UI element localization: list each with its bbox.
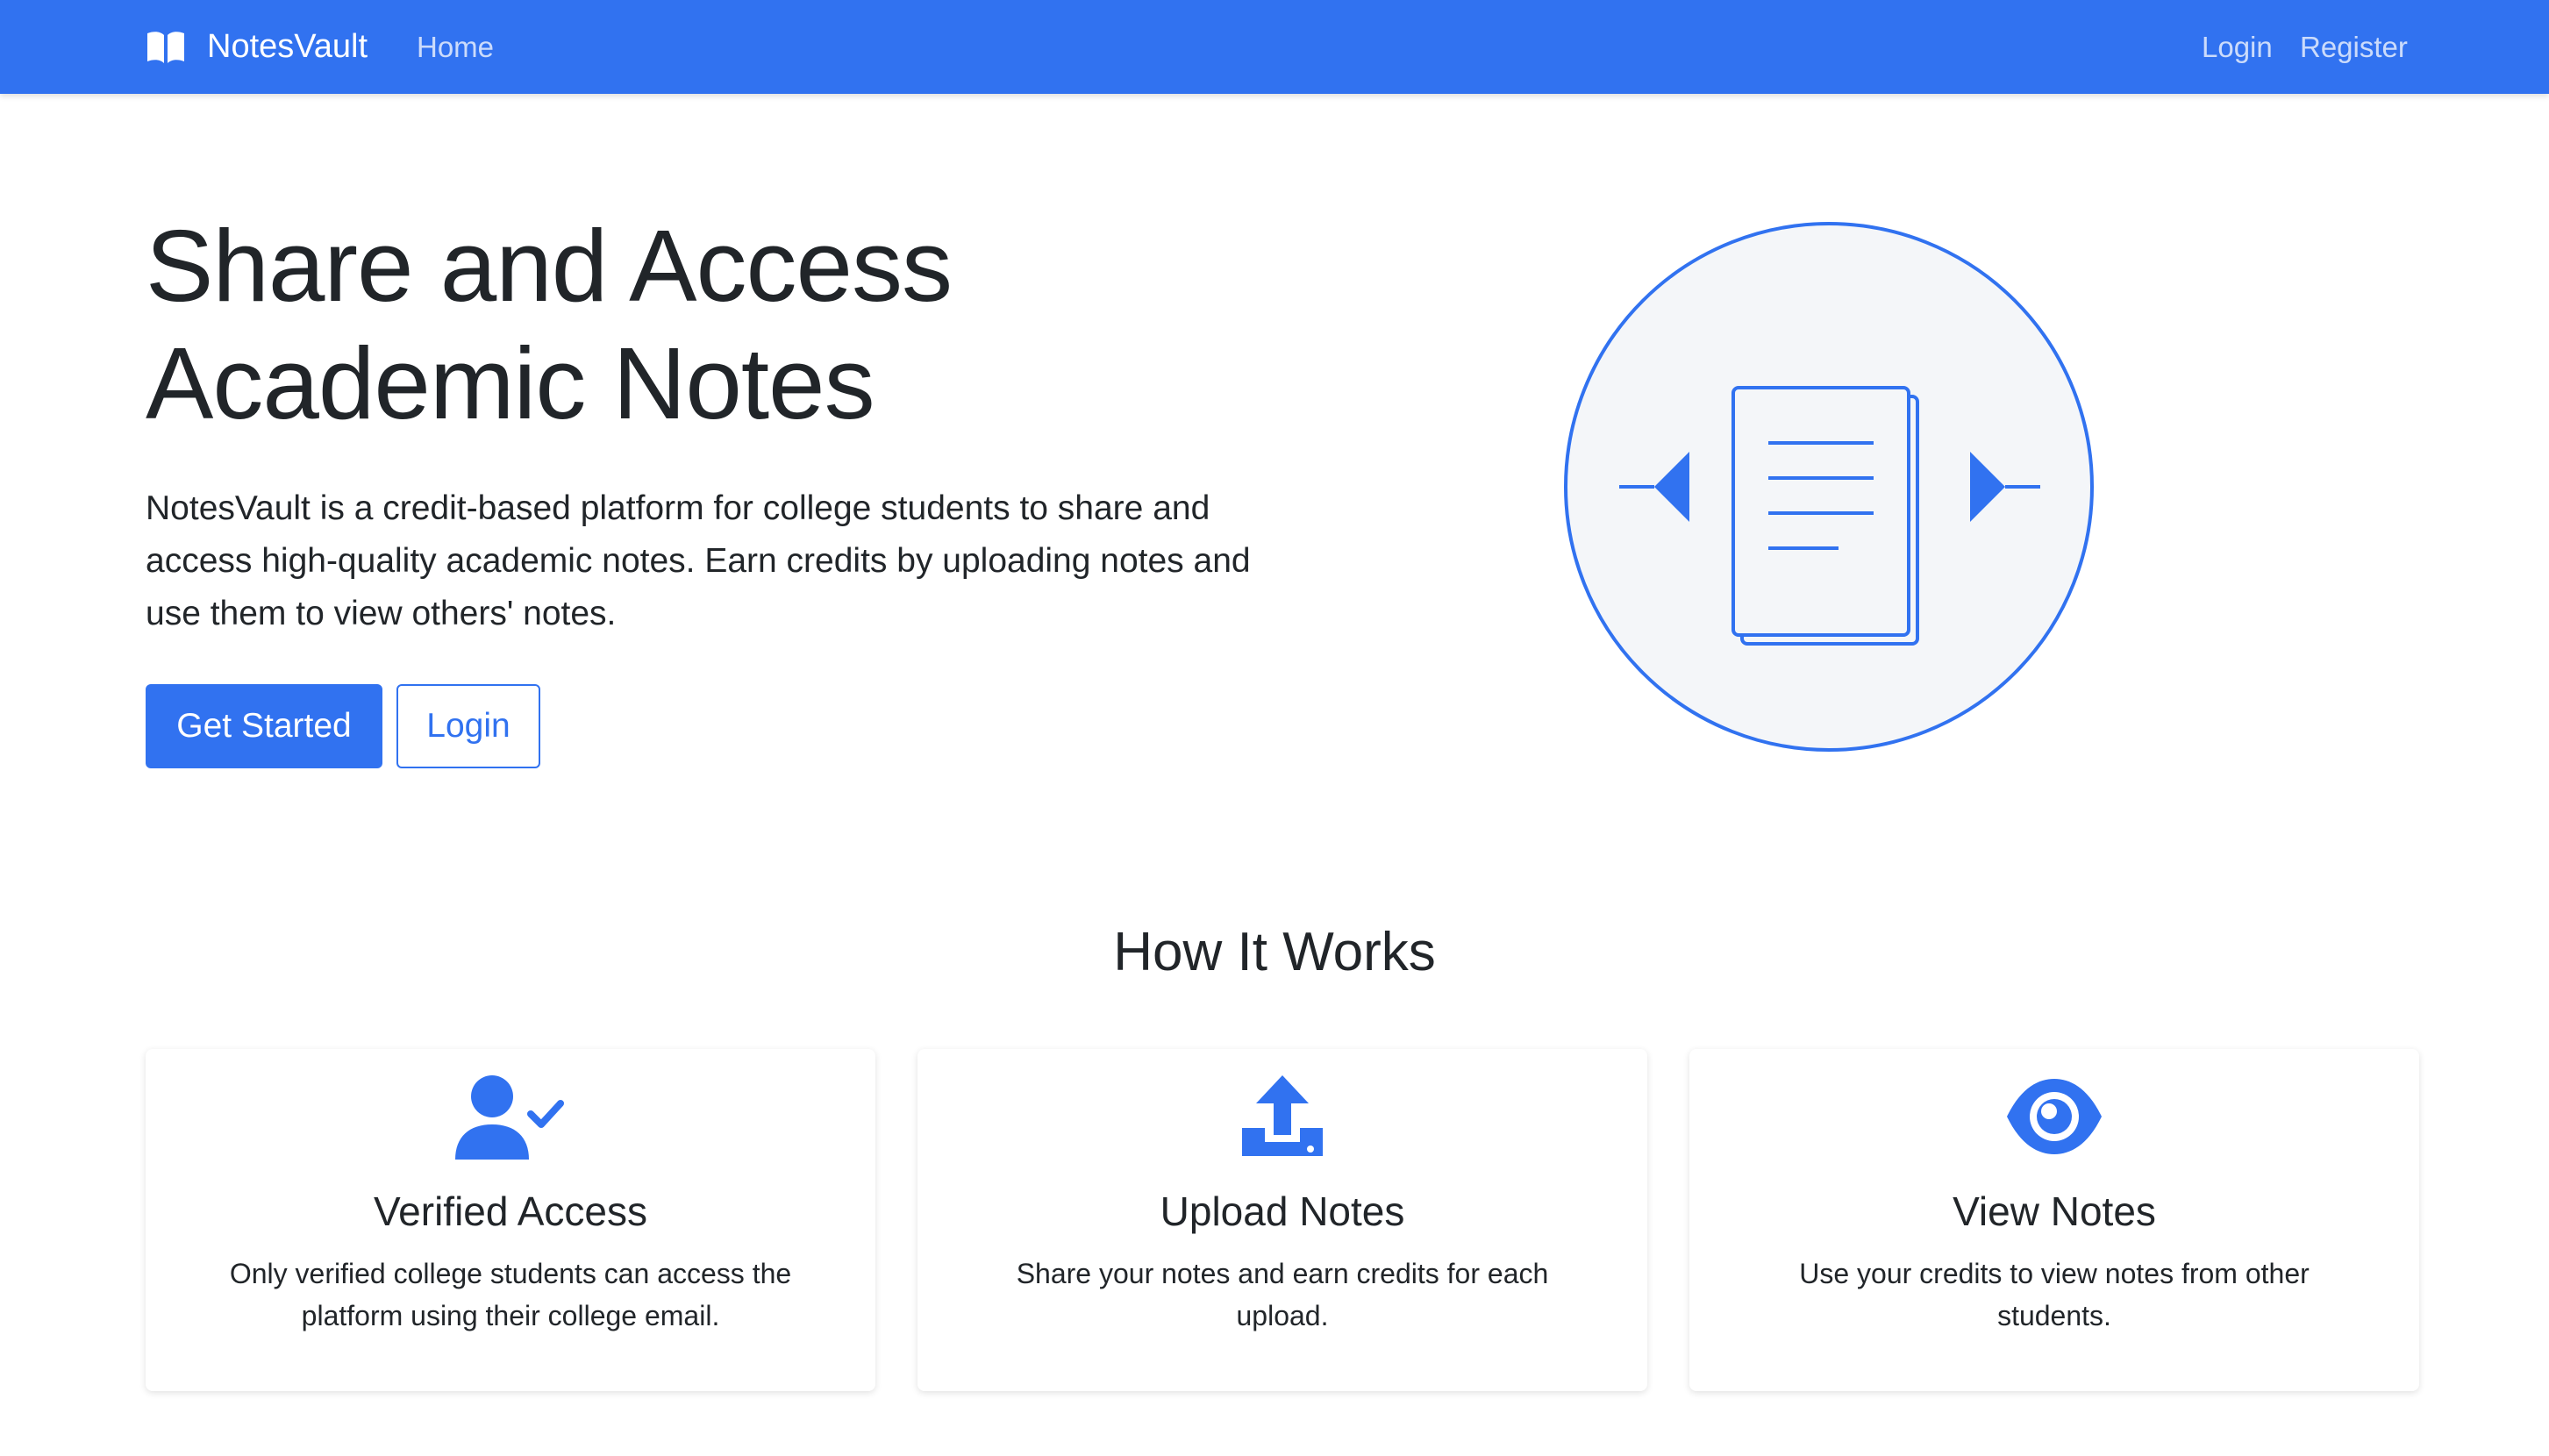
card-title: Verified Access	[374, 1188, 647, 1234]
card-text: Share your notes and earn credits for ea…	[1016, 1258, 1549, 1331]
hero-title: Share and Access Academic Notes	[146, 207, 1286, 442]
get-started-button[interactable]: Get Started	[146, 684, 382, 768]
feature-card-view-notes: View Notes Use your credits to view note…	[1689, 1049, 2419, 1391]
card-text: Only verified college students can acces…	[229, 1258, 792, 1331]
card-title: Upload Notes	[1160, 1188, 1405, 1234]
user-check-icon	[455, 1075, 564, 1160]
notes-sharing-illustration	[1564, 222, 2094, 752]
navbar: NotesVault Home Login Register	[0, 0, 2549, 94]
hero-description: NotesVault is a credit-based platform fo…	[146, 489, 1251, 632]
nav-login-link[interactable]: Login	[2202, 0, 2273, 94]
hero-title-line-2: Academic Notes	[146, 326, 875, 440]
nav-home-link[interactable]: Home	[417, 0, 494, 94]
card-icon-wrapper	[917, 1072, 1647, 1168]
card-text: Use your credits to view notes from othe…	[1799, 1258, 2310, 1331]
brand-link[interactable]: NotesVault	[146, 0, 368, 94]
card-title: View Notes	[1953, 1188, 2156, 1234]
card-icon-wrapper	[1689, 1077, 2419, 1174]
hero-login-button[interactable]: Login	[396, 684, 540, 768]
nav-register-link[interactable]: Register	[2300, 0, 2408, 94]
upload-icon	[1242, 1075, 1323, 1156]
feature-card-verified-access: Verified Access Only verified college st…	[146, 1049, 875, 1391]
card-icon-wrapper	[146, 1074, 875, 1170]
open-book-icon	[147, 31, 184, 63]
hero-title-line-1: Share and Access	[146, 209, 953, 323]
brand-name: NotesVault	[207, 28, 368, 65]
eye-icon	[2007, 1079, 2102, 1154]
how-it-works-title: How It Works	[1113, 922, 1436, 982]
feature-card-upload-notes: Upload Notes Share your notes and earn c…	[917, 1049, 1647, 1391]
